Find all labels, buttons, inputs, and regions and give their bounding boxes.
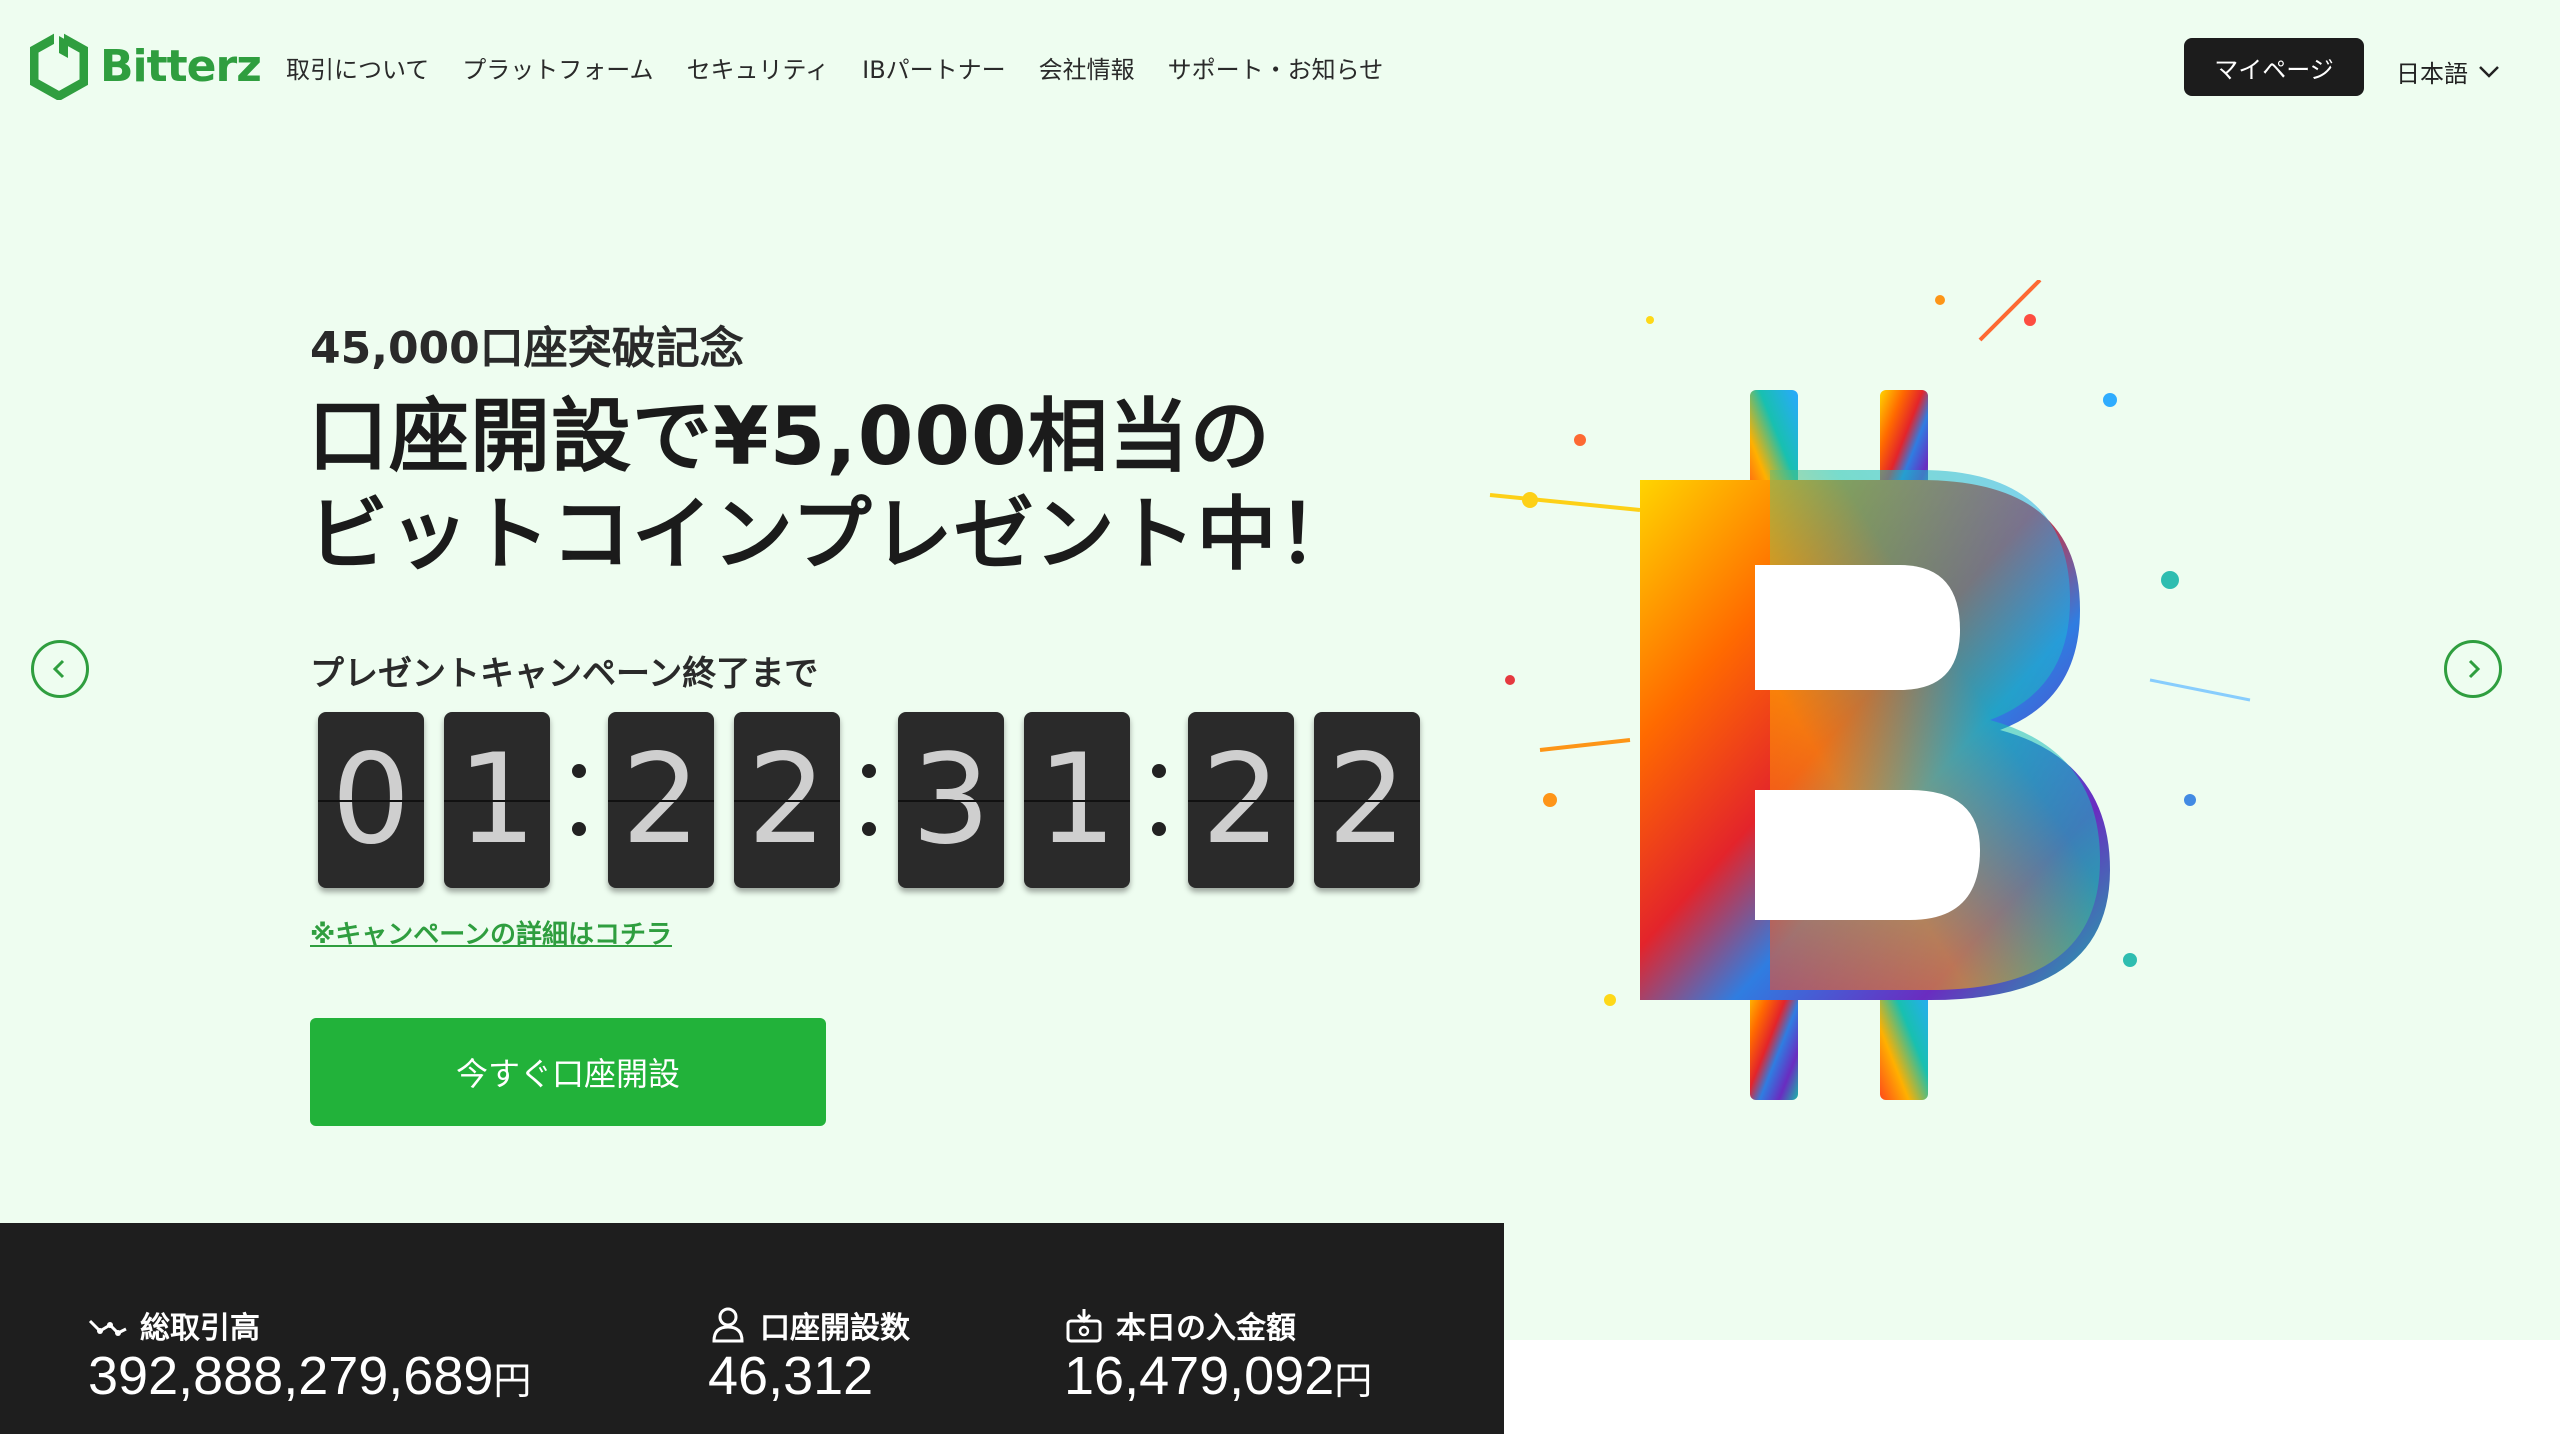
- countdown-colon: [860, 712, 878, 888]
- stats-bar: 総取引高 392,888,279,689円 口座開設数 46,312 本日の入金…: [0, 1223, 1504, 1434]
- open-account-button[interactable]: 今すぐ口座開設: [310, 1018, 826, 1126]
- countdown-digit: 2: [734, 712, 840, 888]
- countdown-digit: 1: [444, 712, 550, 888]
- user-icon: [712, 1307, 744, 1343]
- logo-hexagon-icon: [30, 32, 88, 100]
- stat-label: 総取引高: [140, 1311, 260, 1346]
- nav-item-company[interactable]: 会社情報: [1039, 50, 1135, 85]
- chart-line-icon: [88, 1319, 127, 1336]
- nav-item-platform[interactable]: プラットフォーム: [462, 50, 653, 85]
- campaign-details-link[interactable]: ※キャンペーンの詳細はコチラ: [310, 914, 672, 951]
- countdown-digit: 2: [1314, 712, 1420, 888]
- headline-line-2: ビットコインプレゼント中！: [308, 488, 1359, 581]
- stat-unit: 円: [1334, 1359, 1373, 1403]
- carousel-prev-button[interactable]: [31, 640, 89, 698]
- stat-value: 392,888,279,689円: [88, 1346, 532, 1406]
- countdown-label: プレゼントキャンペーン終了まで: [310, 654, 819, 694]
- countdown-digit: 3: [898, 712, 1004, 888]
- countdown-colon: [1150, 712, 1168, 888]
- stat-value: 16,479,092円: [1064, 1346, 1373, 1406]
- stat-value: 46,312: [708, 1346, 874, 1406]
- headline-line-1: 口座開設で¥5,000相当の: [308, 390, 1271, 483]
- carousel-next-button[interactable]: [2444, 640, 2502, 698]
- brand-name: Bitterz: [100, 40, 262, 92]
- nav-item-trading[interactable]: 取引について: [286, 50, 429, 85]
- chevron-left-icon: [52, 659, 65, 679]
- language-label: 日本語: [2396, 60, 2468, 88]
- hero-headline: 口座開設で¥5,000相当の ビットコインプレゼント中！: [308, 388, 1359, 584]
- site-header: Bitterz 取引について プラットフォーム セキュリティ IBパートナー 会…: [0, 0, 2560, 136]
- chevron-right-icon: [2468, 659, 2481, 679]
- countdown-colon: [570, 712, 588, 888]
- stat-unit: 円: [493, 1359, 532, 1403]
- deposit-icon: [1066, 1309, 1102, 1343]
- countdown-digit: 2: [608, 712, 714, 888]
- stat-label: 本日の入金額: [1116, 1311, 1296, 1346]
- mypage-button[interactable]: マイページ: [2184, 38, 2364, 96]
- stat-label: 口座開設数: [760, 1311, 910, 1346]
- countdown-timer: 0 1 2 2 3 1 2 2: [318, 712, 1440, 888]
- nav-item-security[interactable]: セキュリティ: [687, 50, 830, 85]
- hero-subtitle: 45,000口座突破記念: [310, 323, 744, 374]
- countdown-digit: 2: [1188, 712, 1294, 888]
- countdown-digit: 0: [318, 712, 424, 888]
- brand-logo[interactable]: Bitterz: [30, 32, 262, 100]
- language-selector[interactable]: 日本語: [2396, 54, 2500, 89]
- nav-item-support[interactable]: サポート・お知らせ: [1168, 50, 1384, 85]
- bitcoin-splash-illustration: [1489, 280, 2251, 1100]
- chevron-down-icon: [2479, 65, 2499, 78]
- main-nav: 取引について プラットフォーム セキュリティ IBパートナー 会社情報 サポート…: [286, 50, 1416, 85]
- countdown-digit: 1: [1024, 712, 1130, 888]
- nav-item-ib-partner[interactable]: IBパートナー: [862, 50, 1006, 85]
